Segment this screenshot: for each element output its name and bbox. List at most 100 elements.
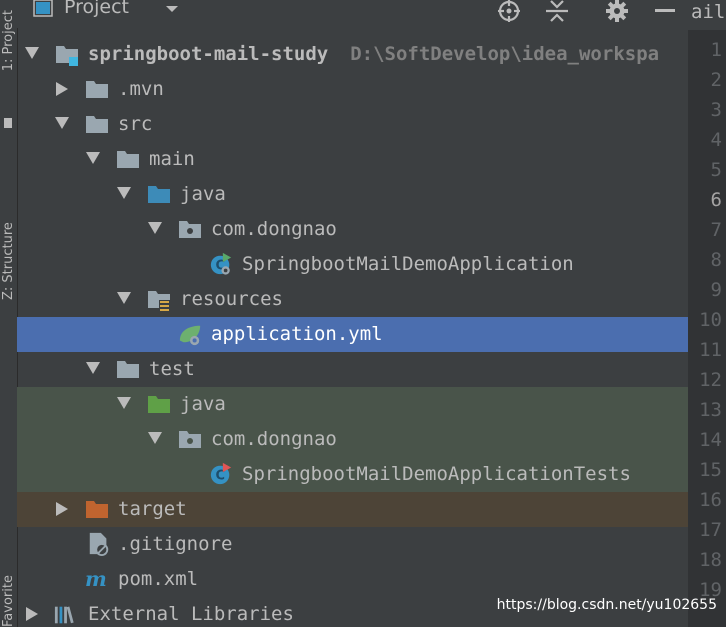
libraries-icon xyxy=(54,606,74,624)
line-number: 1 xyxy=(710,39,722,61)
tree-node-test-package[interactable]: com.dongnao xyxy=(17,422,688,457)
tree-node-root[interactable]: springboot-mail-study D:\SoftDevelop\idea… xyxy=(17,37,688,72)
crosshair-icon[interactable] xyxy=(496,0,522,24)
tree-node-target[interactable]: target xyxy=(17,492,688,527)
svg-text:m: m xyxy=(85,567,107,591)
line-number: 6 xyxy=(710,189,722,211)
test-class-icon: C xyxy=(210,462,232,485)
chevron-down-icon[interactable] xyxy=(145,212,165,247)
resources-folder-icon xyxy=(148,291,170,311)
test-source-folder-icon xyxy=(148,396,170,413)
line-number: 17 xyxy=(699,519,722,541)
excluded-folder-icon xyxy=(86,501,108,518)
project-tree: springboot-mail-study D:\SoftDevelop\idea… xyxy=(17,37,688,627)
gear-icon[interactable] xyxy=(604,0,630,24)
tree-node-label: java xyxy=(180,393,226,415)
spring-config-file-icon xyxy=(179,325,201,346)
minimize-icon[interactable] xyxy=(652,0,678,24)
folder-icon xyxy=(117,151,139,168)
tree-node-main-java[interactable]: java xyxy=(17,177,688,212)
tree-node-application-yml[interactable]: application.yml xyxy=(17,317,688,352)
tree-node-label: resources xyxy=(180,288,283,310)
tree-node-gitignore[interactable]: .gitignore xyxy=(17,527,688,562)
tree-node-main[interactable]: main xyxy=(17,142,688,177)
tree-node-label: target xyxy=(118,498,187,520)
tree-node-label: java xyxy=(180,183,226,205)
module-folder-icon xyxy=(56,46,78,66)
package-icon xyxy=(179,221,201,238)
project-view-icon xyxy=(33,0,53,17)
source-folder-icon xyxy=(148,186,170,203)
tree-node-label: .mvn xyxy=(118,78,164,100)
tree-node-src[interactable]: src xyxy=(17,107,688,142)
tree-node-label: com.dongnao xyxy=(211,218,337,240)
package-icon xyxy=(179,431,201,448)
chevron-down-icon[interactable] xyxy=(114,177,134,212)
chevron-down-icon[interactable] xyxy=(83,352,103,387)
watermark: https://blog.csdn.net/yu102655 xyxy=(496,597,717,613)
tree-node-mvn[interactable]: .mvn xyxy=(17,72,688,107)
chevron-down-icon[interactable] xyxy=(114,282,134,317)
editor-tab-label: ail xyxy=(691,1,726,23)
line-number: 18 xyxy=(699,549,722,571)
project-path: D:\SoftDevelop\idea_workspa xyxy=(350,43,660,65)
collapse-all-icon[interactable] xyxy=(544,0,570,24)
structure-tool-tab[interactable]: Z: Structure xyxy=(0,160,17,300)
line-number: 7 xyxy=(710,219,722,241)
tree-node-label: External Libraries xyxy=(88,603,294,625)
line-number: 15 xyxy=(699,459,722,481)
chevron-down-icon[interactable] xyxy=(165,4,179,14)
line-number: 8 xyxy=(710,249,722,271)
project-name: springboot-mail-study xyxy=(88,43,329,65)
left-tool-strip: 1: Project Z: Structure Favorites xyxy=(0,0,18,627)
tree-node-resources[interactable]: resources xyxy=(17,282,688,317)
tree-node-label: .gitignore xyxy=(118,533,233,555)
chevron-right-icon[interactable] xyxy=(52,72,72,107)
folder-icon xyxy=(86,81,108,98)
tree-node-test-class[interactable]: C SpringbootMailDemoApplicationTests xyxy=(17,457,688,492)
spring-boot-class-icon: C xyxy=(210,252,232,275)
chevron-down-icon[interactable] xyxy=(83,142,103,177)
line-number: 2 xyxy=(710,69,722,91)
tree-node-main-package[interactable]: com.dongnao xyxy=(17,212,688,247)
editor-tab[interactable]: ail xyxy=(688,0,726,30)
line-number: 13 xyxy=(699,399,722,421)
project-panel-header: Project xyxy=(17,0,688,28)
tree-node-test-java[interactable]: java xyxy=(17,387,688,422)
tree-node-pom[interactable]: m pom.xml xyxy=(17,562,688,597)
line-number: 11 xyxy=(699,339,722,361)
chevron-right-icon[interactable] xyxy=(52,492,72,527)
tree-node-label: application.yml xyxy=(211,323,383,345)
ignore-file-icon xyxy=(89,532,109,556)
line-number: 5 xyxy=(710,159,722,181)
chevron-down-icon[interactable] xyxy=(22,37,42,72)
tree-node-label: SpringbootMailDemoApplication xyxy=(242,253,574,275)
tree-node-test[interactable]: test xyxy=(17,352,688,387)
tool-tab-marker xyxy=(4,118,12,128)
tree-node-label: pom.xml xyxy=(118,568,199,590)
chevron-down-icon[interactable] xyxy=(114,387,134,422)
line-number: 3 xyxy=(710,99,722,121)
editor-gutter: ail 1 2 3 4 5 6 7 8 9 10 11 12 13 14 15 16 17 18 19 xyxy=(688,0,726,627)
project-tool-tab[interactable]: 1: Project xyxy=(0,10,17,71)
maven-file-icon: m xyxy=(85,567,107,591)
folder-icon xyxy=(86,116,108,133)
line-number: 9 xyxy=(710,279,722,301)
chevron-down-icon[interactable] xyxy=(145,422,165,457)
tree-node-label: test xyxy=(149,358,195,380)
favorites-tool-tab[interactable]: Favorites xyxy=(0,575,17,627)
chevron-right-icon[interactable] xyxy=(22,597,42,627)
tree-node-label: com.dongnao xyxy=(211,428,337,450)
folder-icon xyxy=(117,361,139,378)
line-number: 10 xyxy=(699,309,722,331)
tree-node-main-class[interactable]: C SpringbootMailDemoApplication xyxy=(17,247,688,282)
line-number: 12 xyxy=(699,369,722,391)
tree-node-label: main xyxy=(149,148,195,170)
tree-node-label: springboot-mail-study D:\SoftDevelop\idea… xyxy=(88,41,659,67)
chevron-down-icon[interactable] xyxy=(52,107,72,142)
line-number: 16 xyxy=(699,489,722,511)
panel-title[interactable]: Project xyxy=(64,0,129,18)
line-number: 14 xyxy=(699,429,722,451)
tree-node-label: SpringbootMailDemoApplicationTests xyxy=(242,463,631,485)
line-number: 4 xyxy=(710,129,722,151)
